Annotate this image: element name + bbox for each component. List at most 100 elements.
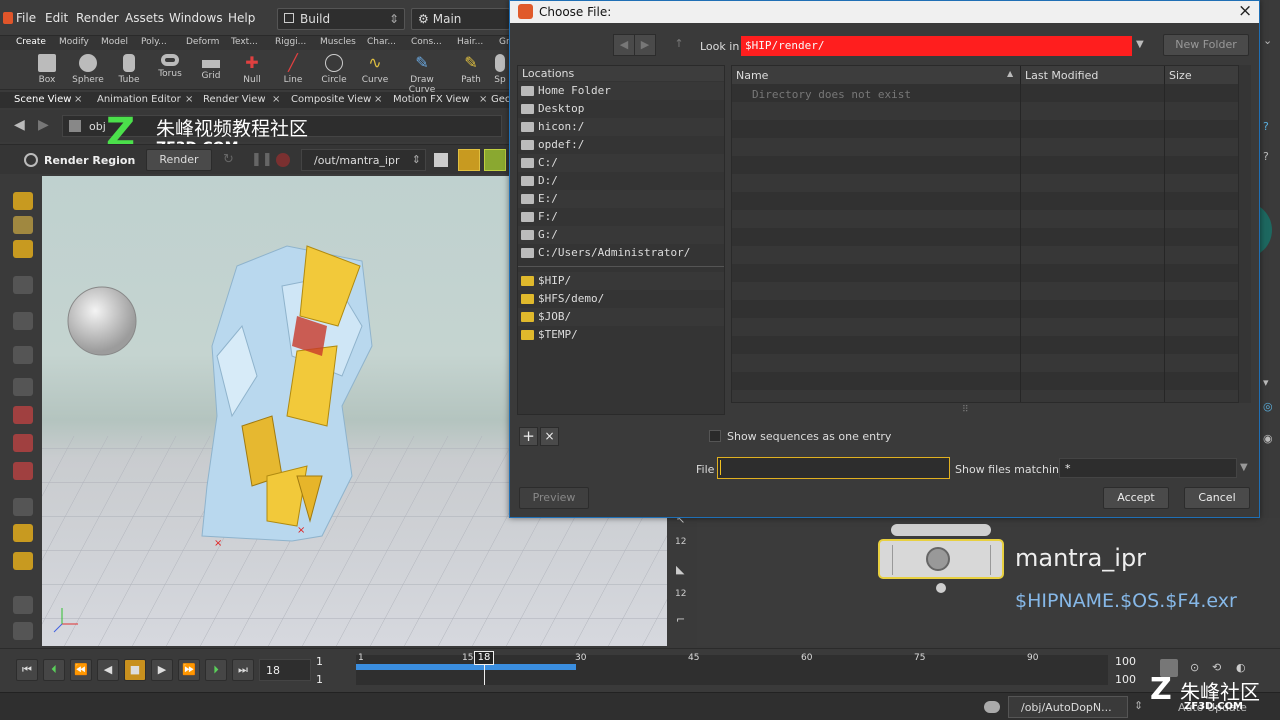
transform-tool-icon[interactable] — [13, 216, 33, 234]
location-desktop[interactable]: Desktop — [518, 100, 724, 118]
column-name[interactable]: Name — [736, 69, 768, 82]
add-location-button[interactable]: + — [519, 427, 538, 446]
network-view[interactable]: mantra_ipr $HIPNAME.$OS.$F4.exr — [697, 518, 1280, 646]
camera-tool-icon[interactable] — [13, 524, 33, 542]
tab-motion-fx-view[interactable]: Motion FX View — [393, 94, 470, 105]
shelf-tab[interactable]: Text... — [231, 37, 258, 47]
location-opdef[interactable]: opdef:/ — [518, 136, 724, 154]
location-c[interactable]: C:/ — [518, 154, 724, 172]
close-icon[interactable]: × — [1238, 1, 1252, 21]
jump-start-icon[interactable]: ⏮ — [16, 659, 38, 681]
back-arrow-icon[interactable]: ◀ — [14, 117, 25, 133]
tab-render-view[interactable]: Render View — [203, 94, 266, 105]
timeline-track[interactable]: 1 15 30 45 60 75 90 18 — [356, 651, 1108, 685]
location-home-folder[interactable]: Home Folder — [518, 82, 724, 100]
tab-close-icon[interactable]: × — [374, 94, 382, 105]
shelf-tab[interactable]: Char... — [367, 37, 396, 47]
tool-path[interactable]: ✎ Path — [453, 52, 489, 86]
shelf-tab[interactable]: Riggi... — [275, 37, 306, 47]
tab-close-icon[interactable]: × — [185, 94, 193, 105]
step-back-icon[interactable]: ⏪ — [70, 659, 92, 681]
menu-windows[interactable]: Windows — [169, 11, 223, 25]
remove-location-button[interactable]: × — [540, 427, 559, 446]
light-tool-icon[interactable] — [13, 552, 33, 570]
start-frame[interactable]: 1 — [316, 655, 323, 668]
eye-icon[interactable]: ◉ — [1263, 432, 1273, 445]
preview-mode-icon[interactable] — [484, 149, 506, 171]
node-flag-bar[interactable] — [891, 524, 991, 536]
jump-end-icon[interactable]: ⏭ — [232, 659, 254, 681]
frame-marker[interactable]: 18 — [474, 651, 494, 665]
shelf-tab[interactable]: Poly... — [141, 37, 167, 47]
shelf-tab[interactable]: Create — [16, 37, 46, 47]
pause-icon[interactable]: ❚❚ — [251, 152, 273, 167]
tab-close-icon[interactable]: × — [272, 94, 280, 105]
sort-asc-icon[interactable]: ▲ — [1007, 69, 1013, 78]
tool-tube[interactable]: Tube — [110, 52, 148, 85]
forward-icon[interactable]: ▶ — [634, 34, 656, 56]
snap-tool-icon[interactable] — [13, 498, 33, 516]
resize-grip-icon[interactable]: ⠿ — [962, 405, 969, 415]
location-g[interactable]: G:/ — [518, 226, 724, 244]
tool-curve[interactable]: ∿ Curve — [356, 52, 394, 86]
bookmark-hip[interactable]: $HIP/ — [518, 272, 724, 290]
desktop-selector[interactable]: Build ⇕ — [277, 8, 405, 30]
paint-tool-icon[interactable] — [13, 346, 33, 364]
show-sequences-checkbox[interactable] — [709, 430, 721, 442]
sticky-note-icon[interactable]: ◣ — [676, 563, 684, 576]
tool-grid[interactable]: Grid — [192, 52, 230, 81]
rop-selector[interactable]: /out/mantra_ipr ⇕ — [301, 149, 426, 171]
tool-circle[interactable]: Circle — [315, 52, 353, 85]
refresh-icon[interactable]: ↻ — [223, 152, 234, 167]
file-input[interactable] — [717, 457, 950, 479]
location-admin[interactable]: C:/Users/Administrator/ — [518, 244, 724, 262]
column-size[interactable]: Size — [1169, 69, 1192, 82]
tool-torus[interactable]: Torus — [151, 52, 189, 79]
recycle-icon[interactable] — [458, 149, 480, 171]
bookmark-hfs-demo[interactable]: $HFS/demo/ — [518, 290, 724, 308]
end-frame[interactable]: 100 — [1115, 655, 1136, 668]
new-folder-button[interactable]: New Folder — [1163, 34, 1249, 56]
prev-key-icon[interactable]: ⏴ — [43, 659, 65, 681]
preview-button[interactable]: Preview — [519, 487, 589, 509]
expand-icon[interactable]: ⌄ — [1263, 34, 1272, 47]
bookmark-temp[interactable]: $TEMP/ — [518, 326, 724, 344]
bookmark-job[interactable]: $JOB/ — [518, 308, 724, 326]
magnet-tool-icon[interactable] — [13, 406, 33, 424]
status-path[interactable]: /obj/AutoDopN... — [1008, 696, 1128, 718]
location-hicon[interactable]: hicon:/ — [518, 118, 724, 136]
tab-composite-view[interactable]: Composite View — [291, 94, 371, 105]
shelf-tab[interactable]: Modify — [59, 37, 89, 47]
back-icon[interactable]: ◀ — [613, 34, 635, 56]
start-frame-2[interactable]: 1 — [316, 673, 323, 686]
shelf-tab[interactable]: Muscles — [320, 37, 356, 47]
tab-scene-view[interactable]: Scene View — [14, 94, 71, 105]
help-icon[interactable]: ? — [1263, 150, 1269, 163]
settings-icon[interactable]: ◎ — [1263, 400, 1273, 413]
chevron-down-icon[interactable]: ▼ — [1136, 39, 1144, 50]
help-icon[interactable]: ? — [1263, 120, 1269, 133]
chat-icon[interactable] — [984, 701, 1000, 713]
tool-null[interactable]: ✚ Null — [233, 52, 271, 86]
play-reverse-icon[interactable]: ◀ — [97, 659, 119, 681]
location-d[interactable]: D:/ — [518, 172, 724, 190]
mantra-node[interactable] — [878, 539, 1004, 579]
chevron-down-icon[interactable]: ▼ — [1240, 462, 1248, 473]
pose-tool-icon[interactable] — [13, 276, 33, 294]
menu-file[interactable]: File — [16, 11, 36, 25]
tab-close-icon[interactable]: × — [479, 94, 487, 105]
tool-sp[interactable]: Sp — [490, 52, 510, 85]
tab-close-icon[interactable]: × — [74, 94, 82, 105]
snapshot-icon[interactable] — [434, 153, 448, 167]
up-folder-icon[interactable]: ↑ — [668, 34, 690, 56]
tool-box[interactable]: Box — [28, 52, 66, 85]
shelf-tab[interactable]: Hair... — [457, 37, 483, 47]
play-icon[interactable]: ▶ — [151, 659, 173, 681]
accept-button[interactable]: Accept — [1103, 487, 1169, 509]
wire-icon[interactable]: ⌐ — [676, 613, 685, 626]
column-last-modified[interactable]: Last Modified — [1025, 69, 1098, 82]
magnet-tool-3-icon[interactable] — [13, 462, 33, 480]
file-list-panel[interactable]: Name ▲ Last Modified Size Directory does… — [731, 65, 1239, 403]
location-e[interactable]: E:/ — [518, 190, 724, 208]
menu-edit[interactable]: Edit — [45, 11, 68, 25]
